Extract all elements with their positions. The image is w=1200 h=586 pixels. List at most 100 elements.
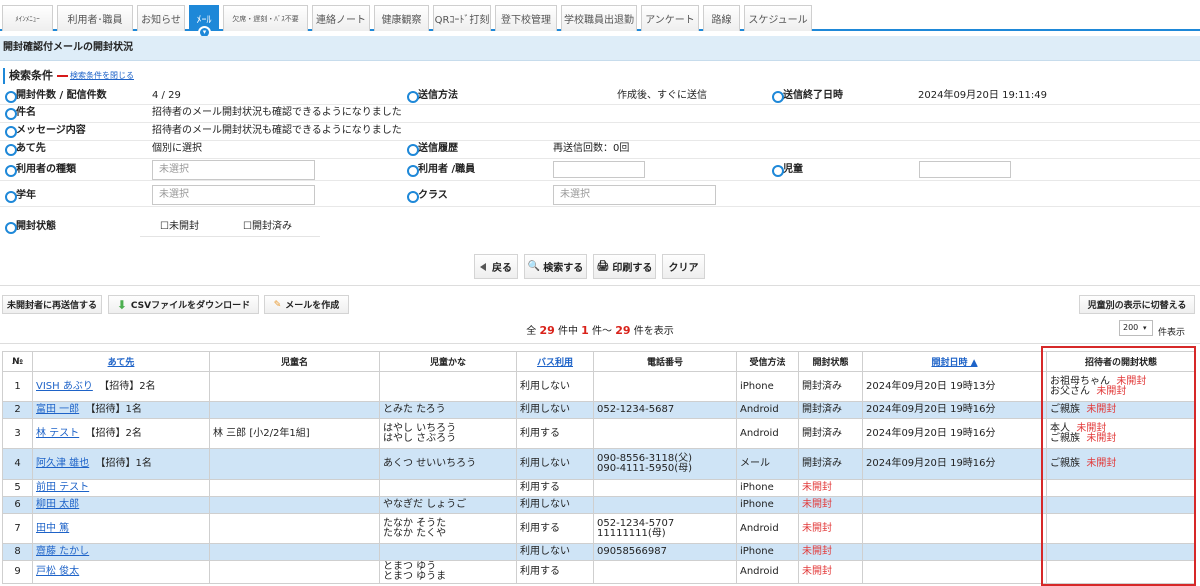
- search-button[interactable]: 🔍 検索する: [524, 254, 587, 279]
- table-row: 5 前田 テスト 利用する iPhone 未開封: [2, 479, 1196, 497]
- open-status: 未開封: [802, 566, 832, 577]
- receive-method: iPhone: [740, 482, 774, 493]
- child-kana: やなぎだ しょうご: [383, 499, 467, 510]
- summary-total: 29: [539, 324, 555, 337]
- download-arrow-icon: ⬇: [116, 297, 127, 312]
- nav-tab-label: ﾒｲﾝﾒﾆｭｰ: [15, 14, 40, 23]
- nav-tab[interactable]: 連絡ノート: [312, 5, 370, 31]
- recipient-name-link[interactable]: 林 テスト: [36, 428, 79, 439]
- download-csv-button[interactable]: ⬇ CSVファイルをダウンロード: [108, 295, 259, 314]
- nav-tab[interactable]: お知らせ: [137, 5, 185, 31]
- open-status: 未開封: [802, 482, 832, 493]
- invitee-status: 未開封: [1086, 432, 1117, 444]
- nav-tab[interactable]: 登下校管理: [495, 5, 557, 31]
- recipient-name-link[interactable]: 齋藤 たかし: [36, 546, 89, 557]
- row-number: 2: [14, 404, 21, 415]
- nav-tab-label: 欠席・遅刻・ﾊﾞｽ不要: [232, 14, 299, 23]
- recipient-name-link[interactable]: 前田 テスト: [36, 482, 89, 493]
- nav-tabs: ﾒｲﾝﾒﾆｭｰ 利用者･職員 お知らせ ﾒｰﾙ ▾ 欠席・遅刻・ﾊﾞｽ不要 連絡ノート 健康観…: [2, 5, 816, 39]
- phone-number: 11111111(母): [597, 527, 666, 539]
- receive-method: Android: [740, 566, 779, 577]
- unopened-checkbox-label: 未開封: [168, 221, 199, 232]
- open-status: 開封済み: [802, 458, 842, 469]
- column-header: 受信方法: [736, 351, 799, 372]
- printer-icon: 🖨: [596, 261, 610, 272]
- nav-tab-label: 路線: [711, 15, 732, 26]
- nav-tab[interactable]: 利用者･職員: [57, 5, 133, 31]
- subject-label: 件名: [2, 105, 36, 120]
- search-button-label: 検索する: [543, 263, 584, 274]
- nav-tab[interactable]: 学校職員出退勤: [561, 5, 637, 31]
- nav-tab[interactable]: 路線: [703, 5, 740, 31]
- row-number: 8: [14, 546, 21, 557]
- switch-child-view-button[interactable]: 児童別の表示に切替える: [1079, 295, 1195, 314]
- column-header[interactable]: バス利用: [516, 351, 594, 372]
- table-header-row: № あて先 児童名 児童かな バス利用 電話番号 受信方法 開封状態 開封日時 ▲ 招待者の開封状…: [2, 351, 1196, 372]
- recipient-name-link[interactable]: VISH あぶり: [36, 381, 93, 392]
- nav-tab[interactable]: QRｺｰﾄﾞ打刻: [433, 5, 491, 31]
- search-criteria-title: 検索条件: [3, 68, 53, 84]
- close-criteria-link[interactable]: 検索条件を閉じる: [70, 70, 134, 81]
- summary-mid1: 件中: [557, 326, 578, 337]
- column-header[interactable]: 開封日時 ▲: [862, 351, 1047, 372]
- nav-tab[interactable]: 健康観察: [374, 5, 429, 31]
- summary-to: 29: [615, 324, 631, 337]
- resend-unopened-button[interactable]: 未開封者に再送信する: [2, 295, 102, 314]
- unopened-checkbox[interactable]: ☐未開封: [160, 220, 199, 234]
- create-mail-button[interactable]: ✎ メールを作成: [264, 295, 349, 314]
- grade-label: 学年: [2, 188, 36, 203]
- table-row: 9 戸松 俊太 とまつ ゆう とまつ ゆうま 利用する Android 未開封: [2, 560, 1196, 584]
- receive-method: Android: [740, 404, 779, 415]
- recipient-name-link[interactable]: 富田 一郎: [36, 404, 79, 415]
- clear-button[interactable]: クリア: [662, 254, 705, 279]
- open-datetime: 2024年09月20日 19時16分: [866, 404, 996, 415]
- message-label: メッセージ内容: [2, 123, 86, 138]
- user-staff-input[interactable]: [553, 161, 645, 178]
- column-header: 開封状態: [798, 351, 863, 372]
- nav-tab-label: ﾒｰﾙ: [196, 15, 212, 26]
- column-header[interactable]: あて先: [32, 351, 210, 372]
- receive-method: iPhone: [740, 499, 774, 510]
- opened-checkbox[interactable]: ☐開封済み: [243, 220, 292, 234]
- user-type-label: 利用者の種類: [2, 162, 76, 177]
- recipient-table: № あて先 児童名 児童かな バス利用 電話番号 受信方法 開封状態 開封日時 ▲ 招待者の開封状…: [2, 351, 1196, 584]
- nav-tab-label: 連絡ノート: [316, 15, 366, 26]
- nav-tab[interactable]: ﾒｰﾙ ▾: [189, 5, 219, 39]
- row-number: 3: [14, 427, 21, 439]
- opened-checkbox-label: 開封済み: [251, 221, 292, 232]
- child-kana: とまつ ゆうま: [383, 571, 447, 582]
- child-input[interactable]: [919, 161, 1011, 178]
- back-button[interactable]: 戻る: [474, 254, 518, 279]
- nav-tab[interactable]: アンケート: [641, 5, 699, 31]
- child-kana: とみた たろう: [383, 404, 446, 415]
- receive-method: Android: [740, 427, 779, 439]
- back-arrow-icon: [480, 262, 486, 271]
- subject-value: 招待者のメール開封状況も確認できるようになりました: [152, 107, 402, 118]
- open-count-value: 4 / 29: [152, 90, 181, 101]
- table-row: 6 柳田 太郎 やなぎだ しょうご 利用しない iPhone 未開封: [2, 496, 1196, 514]
- nav-tab[interactable]: スケジュール: [744, 5, 812, 31]
- recipient-name-link[interactable]: 阿久津 雄也: [36, 458, 89, 469]
- recipient-name-link[interactable]: 柳田 太郎: [36, 499, 79, 510]
- page-size-label: 件表示: [1158, 328, 1186, 338]
- top-navigation: ﾒｲﾝﾒﾆｭｰ 利用者･職員 お知らせ ﾒｰﾙ ▾ 欠席・遅刻・ﾊﾞｽ不要 連絡ノート 健康観…: [0, 0, 1200, 39]
- message-value: 招待者のメール開封状況も確認できるようになりました: [152, 125, 402, 136]
- send-end-value: 2024年09月20日 19:11:49: [918, 90, 1047, 101]
- receive-method: メール: [740, 458, 770, 469]
- invitee-status: 未開封: [1086, 458, 1117, 469]
- collapse-icon[interactable]: [57, 75, 68, 77]
- open-status: 未開封: [802, 546, 832, 557]
- bus-usage: 利用しない: [520, 458, 570, 469]
- print-button[interactable]: 🖨 印刷する: [593, 254, 656, 279]
- send-end-label: 送信終了日時: [769, 88, 843, 103]
- class-select[interactable]: 未選択: [553, 185, 716, 205]
- recipient-name-link[interactable]: 田中 篤: [36, 523, 69, 534]
- grade-select[interactable]: 未選択: [152, 185, 315, 205]
- nav-tab[interactable]: 欠席・遅刻・ﾊﾞｽ不要: [223, 5, 308, 31]
- nav-tab[interactable]: ﾒｲﾝﾒﾆｭｰ: [2, 5, 53, 31]
- page-title: 開封確認付メールの開封状況: [0, 36, 1200, 61]
- user-type-select[interactable]: 未選択: [152, 160, 315, 180]
- child-kana: あくつ せいいちろう: [383, 458, 477, 469]
- column-header: 児童名: [209, 351, 380, 372]
- recipient-name-link[interactable]: 戸松 俊太: [36, 566, 79, 577]
